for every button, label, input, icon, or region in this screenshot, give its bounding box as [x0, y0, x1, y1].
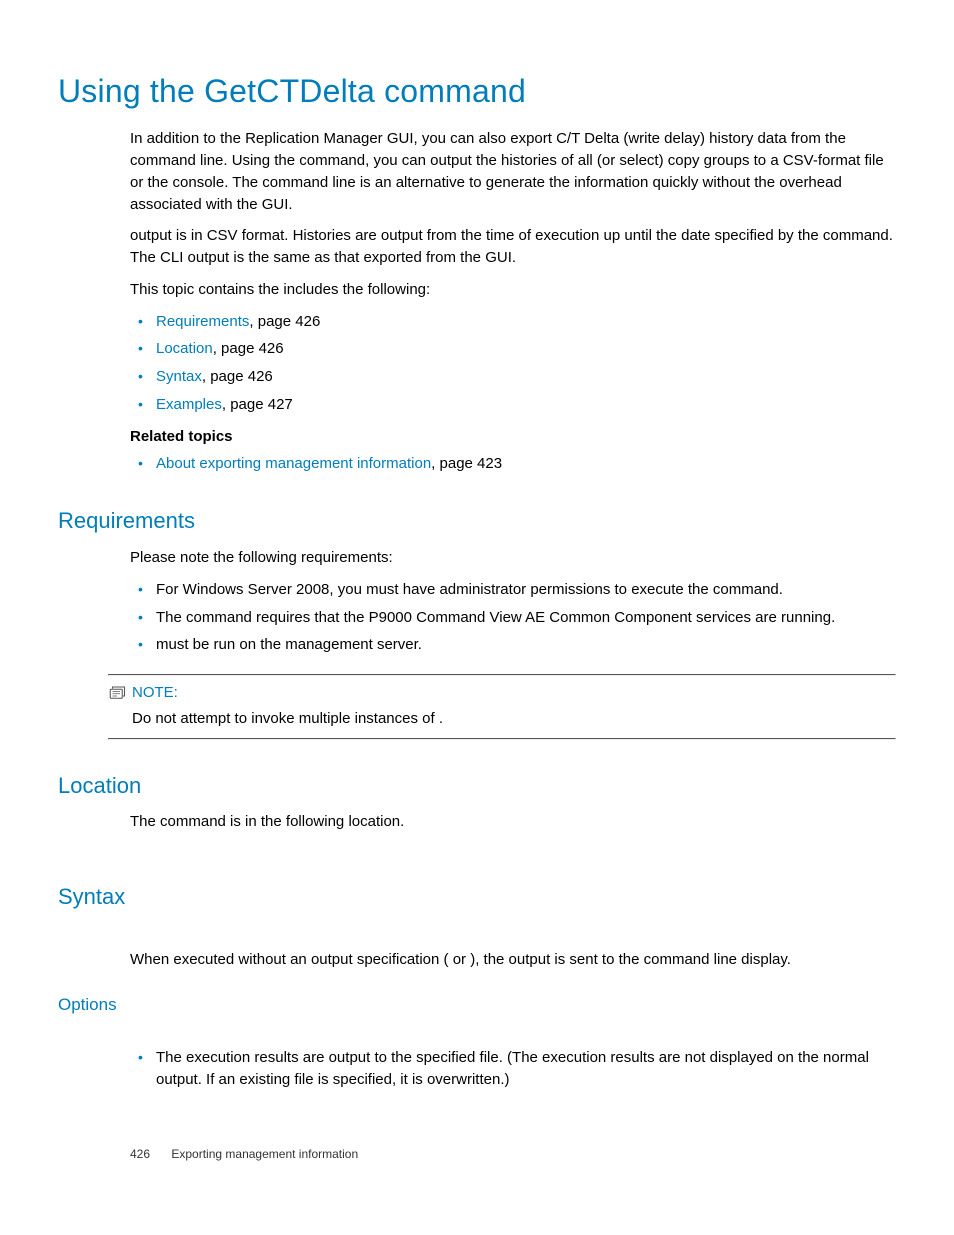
related-topics-list: About exporting management information, … [130, 453, 896, 475]
toc-page-3: , page 427 [222, 396, 293, 413]
list-item: The command requires that the P9000 Comm… [152, 607, 896, 629]
toc-item-location: Location, page 426 [152, 338, 896, 360]
note-top-rule [108, 674, 896, 676]
footer-section: Exporting management information [171, 1147, 358, 1161]
link-requirements[interactable]: Requirements [156, 313, 249, 330]
syntax-block: When executed without an output specific… [130, 949, 896, 971]
note-header: NOTE: [108, 682, 896, 704]
note-block: NOTE: Do not attempt to invoke multiple … [108, 674, 896, 740]
related-topic-item: About exporting management information, … [152, 453, 896, 475]
intro-paragraph-3: This topic contains the includes the fol… [130, 279, 896, 301]
link-about-exporting[interactable]: About exporting management information [156, 455, 431, 472]
syntax-text: When executed without an output specific… [130, 949, 896, 971]
related-page-0: , page 423 [431, 455, 502, 472]
intro-block: In addition to the Replication Manager G… [130, 128, 896, 475]
note-icon [108, 685, 126, 701]
heading-requirements: Requirements [58, 505, 896, 537]
toc-page-2: , page 426 [202, 368, 273, 385]
list-item: The execution results are output to the … [152, 1047, 896, 1091]
requirements-block: Please note the following requirements: … [130, 547, 896, 740]
heading-syntax: Syntax [58, 881, 896, 913]
location-text: The command is in the following location… [130, 811, 896, 833]
page-container: Using the GetCTDelta command In addition… [0, 0, 954, 1141]
related-topics-heading: Related topics [130, 426, 896, 448]
list-item: must be run on the management server. [152, 634, 896, 656]
note-bottom-rule [108, 738, 896, 740]
heading-options: Options [58, 993, 896, 1018]
link-syntax[interactable]: Syntax [156, 368, 202, 385]
toc-item-requirements: Requirements, page 426 [152, 311, 896, 333]
toc-page-0: , page 426 [249, 313, 320, 330]
note-label: NOTE: [132, 682, 178, 704]
requirements-list: For Windows Server 2008, you must have a… [130, 579, 896, 656]
note-text: Do not attempt to invoke multiple instan… [132, 708, 896, 730]
list-item: For Windows Server 2008, you must have a… [152, 579, 896, 601]
toc-list: Requirements, page 426 Location, page 42… [130, 311, 896, 416]
toc-item-examples: Examples, page 427 [152, 394, 896, 416]
location-block: The command is in the following location… [130, 811, 896, 833]
toc-item-syntax: Syntax, page 426 [152, 366, 896, 388]
options-block: The execution results are output to the … [130, 1047, 896, 1091]
link-location[interactable]: Location [156, 340, 213, 357]
toc-page-1: , page 426 [213, 340, 284, 357]
page-number: 426 [130, 1147, 150, 1161]
page-title: Using the GetCTDelta command [58, 68, 896, 114]
heading-location: Location [58, 770, 896, 802]
link-examples[interactable]: Examples [156, 396, 222, 413]
intro-paragraph-1: In addition to the Replication Manager G… [130, 128, 896, 215]
intro-paragraph-2: output is in CSV format. Histories are o… [130, 225, 896, 269]
requirements-intro: Please note the following requirements: [130, 547, 896, 569]
page-footer: 426 Exporting management information [130, 1146, 358, 1163]
options-list: The execution results are output to the … [130, 1047, 896, 1091]
